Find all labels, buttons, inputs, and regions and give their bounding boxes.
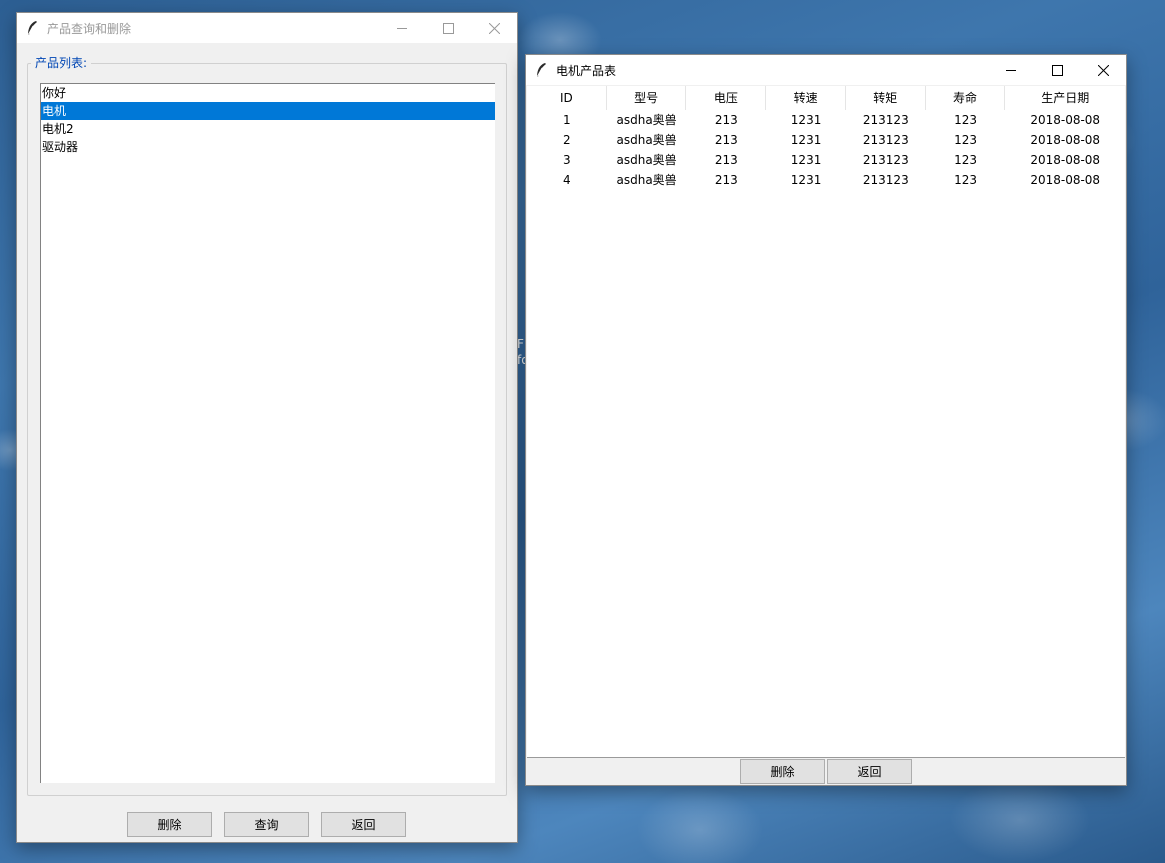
maximize-button[interactable] [425,13,471,43]
cell-torque: 213123 [862,173,909,187]
table-row[interactable]: 3 asdha奥兽 213 1231 213123 123 2018-08-08 [527,150,1125,170]
table-window-title: 电机产品表 [556,63,617,78]
cell-speed: 1231 [790,153,822,167]
minimize-button[interactable] [988,55,1034,85]
delete-button[interactable]: 删除 [127,812,212,837]
product-list-label: 产品列表: [31,54,92,71]
query-window-titlebar[interactable]: 产品查询和删除 [17,13,517,43]
cell-speed: 1231 [790,133,822,147]
cell-date: 2018-08-08 [1030,173,1101,187]
list-item[interactable]: 驱动器 [41,138,495,156]
table-window: 电机产品表 ID 型号 电压 转速 转矩 寿命 生产日期 1 asdha奥兽 2… [525,54,1127,786]
column-header-model[interactable]: 型号 [607,86,687,110]
product-table[interactable]: ID 型号 电压 转速 转矩 寿命 生产日期 1 asdha奥兽 213 123… [527,86,1125,758]
table-row[interactable]: 4 asdha奥兽 213 1231 213123 123 2018-08-08 [527,170,1125,190]
table-row[interactable]: 2 asdha奥兽 213 1231 213123 123 2018-08-08 [527,130,1125,150]
cell-speed: 1231 [790,173,822,187]
table-window-titlebar[interactable]: 电机产品表 [526,55,1126,85]
cell-date: 2018-08-08 [1030,133,1101,147]
cell-id: 3 [563,153,571,167]
close-icon [488,22,500,34]
cell-model: asdha奥兽 [616,133,677,147]
cell-voltage: 213 [714,113,738,127]
feather-icon [17,13,47,43]
cell-voltage: 213 [714,133,738,147]
cell-torque: 213123 [862,133,909,147]
cell-model: asdha奥兽 [616,173,677,187]
column-header-torque[interactable]: 转矩 [846,86,926,110]
query-button[interactable]: 查询 [224,812,309,837]
delete-button[interactable]: 删除 [740,759,825,784]
column-header-date[interactable]: 生产日期 [1005,86,1125,110]
cell-id: 2 [563,133,571,147]
cell-voltage: 213 [714,153,738,167]
back-button[interactable]: 返回 [321,812,406,837]
cell-life: 123 [954,133,977,147]
close-button[interactable] [1080,55,1126,85]
minimize-icon [1005,69,1016,71]
cell-model: asdha奥兽 [616,153,677,167]
minimize-icon [396,27,407,29]
cell-id: 4 [563,173,571,187]
maximize-button[interactable] [1034,55,1080,85]
cell-life: 123 [954,173,977,187]
maximize-icon [1051,64,1063,76]
cell-voltage: 213 [714,173,738,187]
column-header-id[interactable]: ID [527,86,607,110]
close-icon [1097,64,1109,76]
query-window: 产品查询和删除 产品列表: 你好 电机 电机2 驱动器 删除 查询 返回 [16,12,518,843]
query-window-title: 产品查询和删除 [47,21,132,36]
cell-torque: 213123 [862,153,909,167]
column-header-life[interactable]: 寿命 [926,86,1006,110]
back-button[interactable]: 返回 [827,759,912,784]
cell-life: 123 [954,113,977,127]
close-button[interactable] [471,13,517,43]
cell-id: 1 [563,113,571,127]
feather-icon [526,55,556,85]
list-item-selected[interactable]: 电机 [41,102,495,120]
table-row[interactable]: 1 asdha奥兽 213 1231 213123 123 2018-08-08 [527,110,1125,130]
list-item[interactable]: 你好 [41,84,495,102]
cell-speed: 1231 [790,113,822,127]
cell-date: 2018-08-08 [1030,113,1101,127]
column-header-speed[interactable]: 转速 [766,86,846,110]
minimize-button[interactable] [379,13,425,43]
cell-date: 2018-08-08 [1030,153,1101,167]
maximize-icon [442,22,454,34]
cell-torque: 213123 [862,113,909,127]
column-header-voltage[interactable]: 电压 [686,86,767,110]
list-item[interactable]: 电机2 [41,120,495,138]
cell-model: asdha奥兽 [616,113,677,127]
product-listbox[interactable]: 你好 电机 电机2 驱动器 [40,83,495,783]
table-header: ID 型号 电压 转速 转矩 寿命 生产日期 [527,86,1125,110]
cell-life: 123 [954,153,977,167]
